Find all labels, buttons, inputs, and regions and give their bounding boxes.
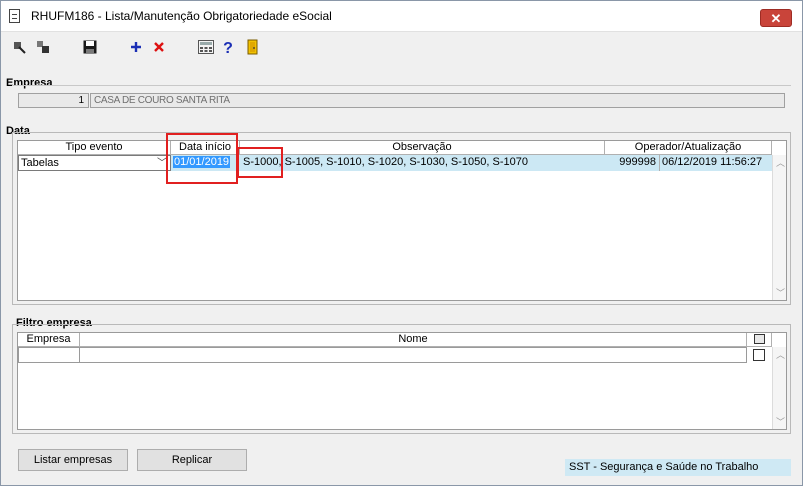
close-button[interactable]: ✕: [760, 9, 792, 27]
empresa-code-field: 1: [18, 93, 89, 108]
arrow-first-icon: [14, 42, 26, 54]
filtro-grid: Empresa Nome ︿ ﹀: [17, 332, 787, 430]
document-icon: [9, 9, 20, 23]
first-record-button[interactable]: [11, 38, 29, 56]
table-row[interactable]: [18, 347, 747, 364]
operador-cell[interactable]: 999998: [605, 155, 660, 171]
last-record-button[interactable]: [34, 38, 52, 56]
add-button[interactable]: [127, 38, 145, 56]
data-grid: Tipo evento Data início Observação Opera…: [17, 140, 787, 301]
window-title: RHUFM186 - Lista/Manutenção Obrigatoried…: [31, 9, 332, 23]
door-exit-icon: [247, 39, 258, 55]
filtro-grid-scrollbar[interactable]: ︿ ﹀: [772, 347, 786, 429]
exit-button[interactable]: [244, 38, 262, 56]
question-mark-icon: ?: [223, 40, 233, 55]
empresa-name-field: CASA DE COURO SANTA RITA: [90, 93, 785, 108]
calculator-button[interactable]: [197, 38, 215, 56]
col-header-nome[interactable]: Nome: [80, 333, 747, 347]
data-grid-scrollbar[interactable]: ︿ ﹀: [772, 155, 786, 300]
replicar-button[interactable]: Replicar: [137, 449, 247, 471]
listar-empresas-button[interactable]: Listar empresas: [18, 449, 128, 471]
status-text: SST - Segurança e Saúde no Trabalho: [565, 459, 791, 476]
col-header-observacao[interactable]: Observação: [240, 141, 605, 155]
atualizacao-cell[interactable]: 06/12/2019 11:56:27: [660, 155, 773, 171]
annotation-box-observacao: [237, 147, 283, 178]
col-header-empresa[interactable]: Empresa: [18, 333, 80, 347]
tipo-evento-value: Tabelas: [21, 157, 59, 169]
x-mark-icon: [154, 42, 164, 52]
col-header-operador[interactable]: Operador/Atualização: [605, 141, 772, 155]
col-header-tipo-evento[interactable]: Tipo evento: [18, 141, 171, 155]
calculator-icon: [198, 40, 214, 54]
scroll-up-icon[interactable]: ︿: [773, 349, 786, 361]
floppy-disk-icon: [83, 40, 97, 54]
table-row[interactable]: Tabelas ﹀ 01/01/2019 S-1000, S-1005, S-1…: [18, 155, 773, 172]
svg-text:?: ?: [223, 40, 233, 55]
help-button[interactable]: ?: [219, 38, 237, 56]
tipo-evento-select[interactable]: Tabelas ﹀: [18, 155, 171, 171]
observacao-rest-value: S-1005, S-1010, S-1020, S-1030, S-1050, …: [284, 156, 528, 168]
col-header-select-all[interactable]: [747, 333, 772, 347]
plus-icon: [131, 42, 141, 52]
row-checkbox[interactable]: [753, 349, 765, 361]
toolbar: ?: [1, 32, 802, 62]
select-all-checkbox[interactable]: [754, 334, 765, 344]
nome-cell[interactable]: [80, 347, 747, 363]
save-button[interactable]: [81, 38, 99, 56]
main-window: RHUFM186 - Lista/Manutenção Obrigatoried…: [0, 0, 803, 486]
empresa-cell[interactable]: [18, 347, 80, 363]
scroll-down-icon[interactable]: ﹀: [773, 287, 786, 299]
delete-button[interactable]: [150, 38, 168, 56]
scroll-down-icon[interactable]: ﹀: [773, 416, 786, 428]
title-bar: RHUFM186 - Lista/Manutenção Obrigatoried…: [1, 1, 802, 32]
scroll-up-icon[interactable]: ︿: [773, 157, 786, 169]
arrow-last-icon: [37, 41, 49, 53]
observacao-cell[interactable]: S-1000, S-1005, S-1010, S-1020, S-1030, …: [240, 155, 605, 171]
annotation-box-data-inicio: [166, 133, 238, 184]
